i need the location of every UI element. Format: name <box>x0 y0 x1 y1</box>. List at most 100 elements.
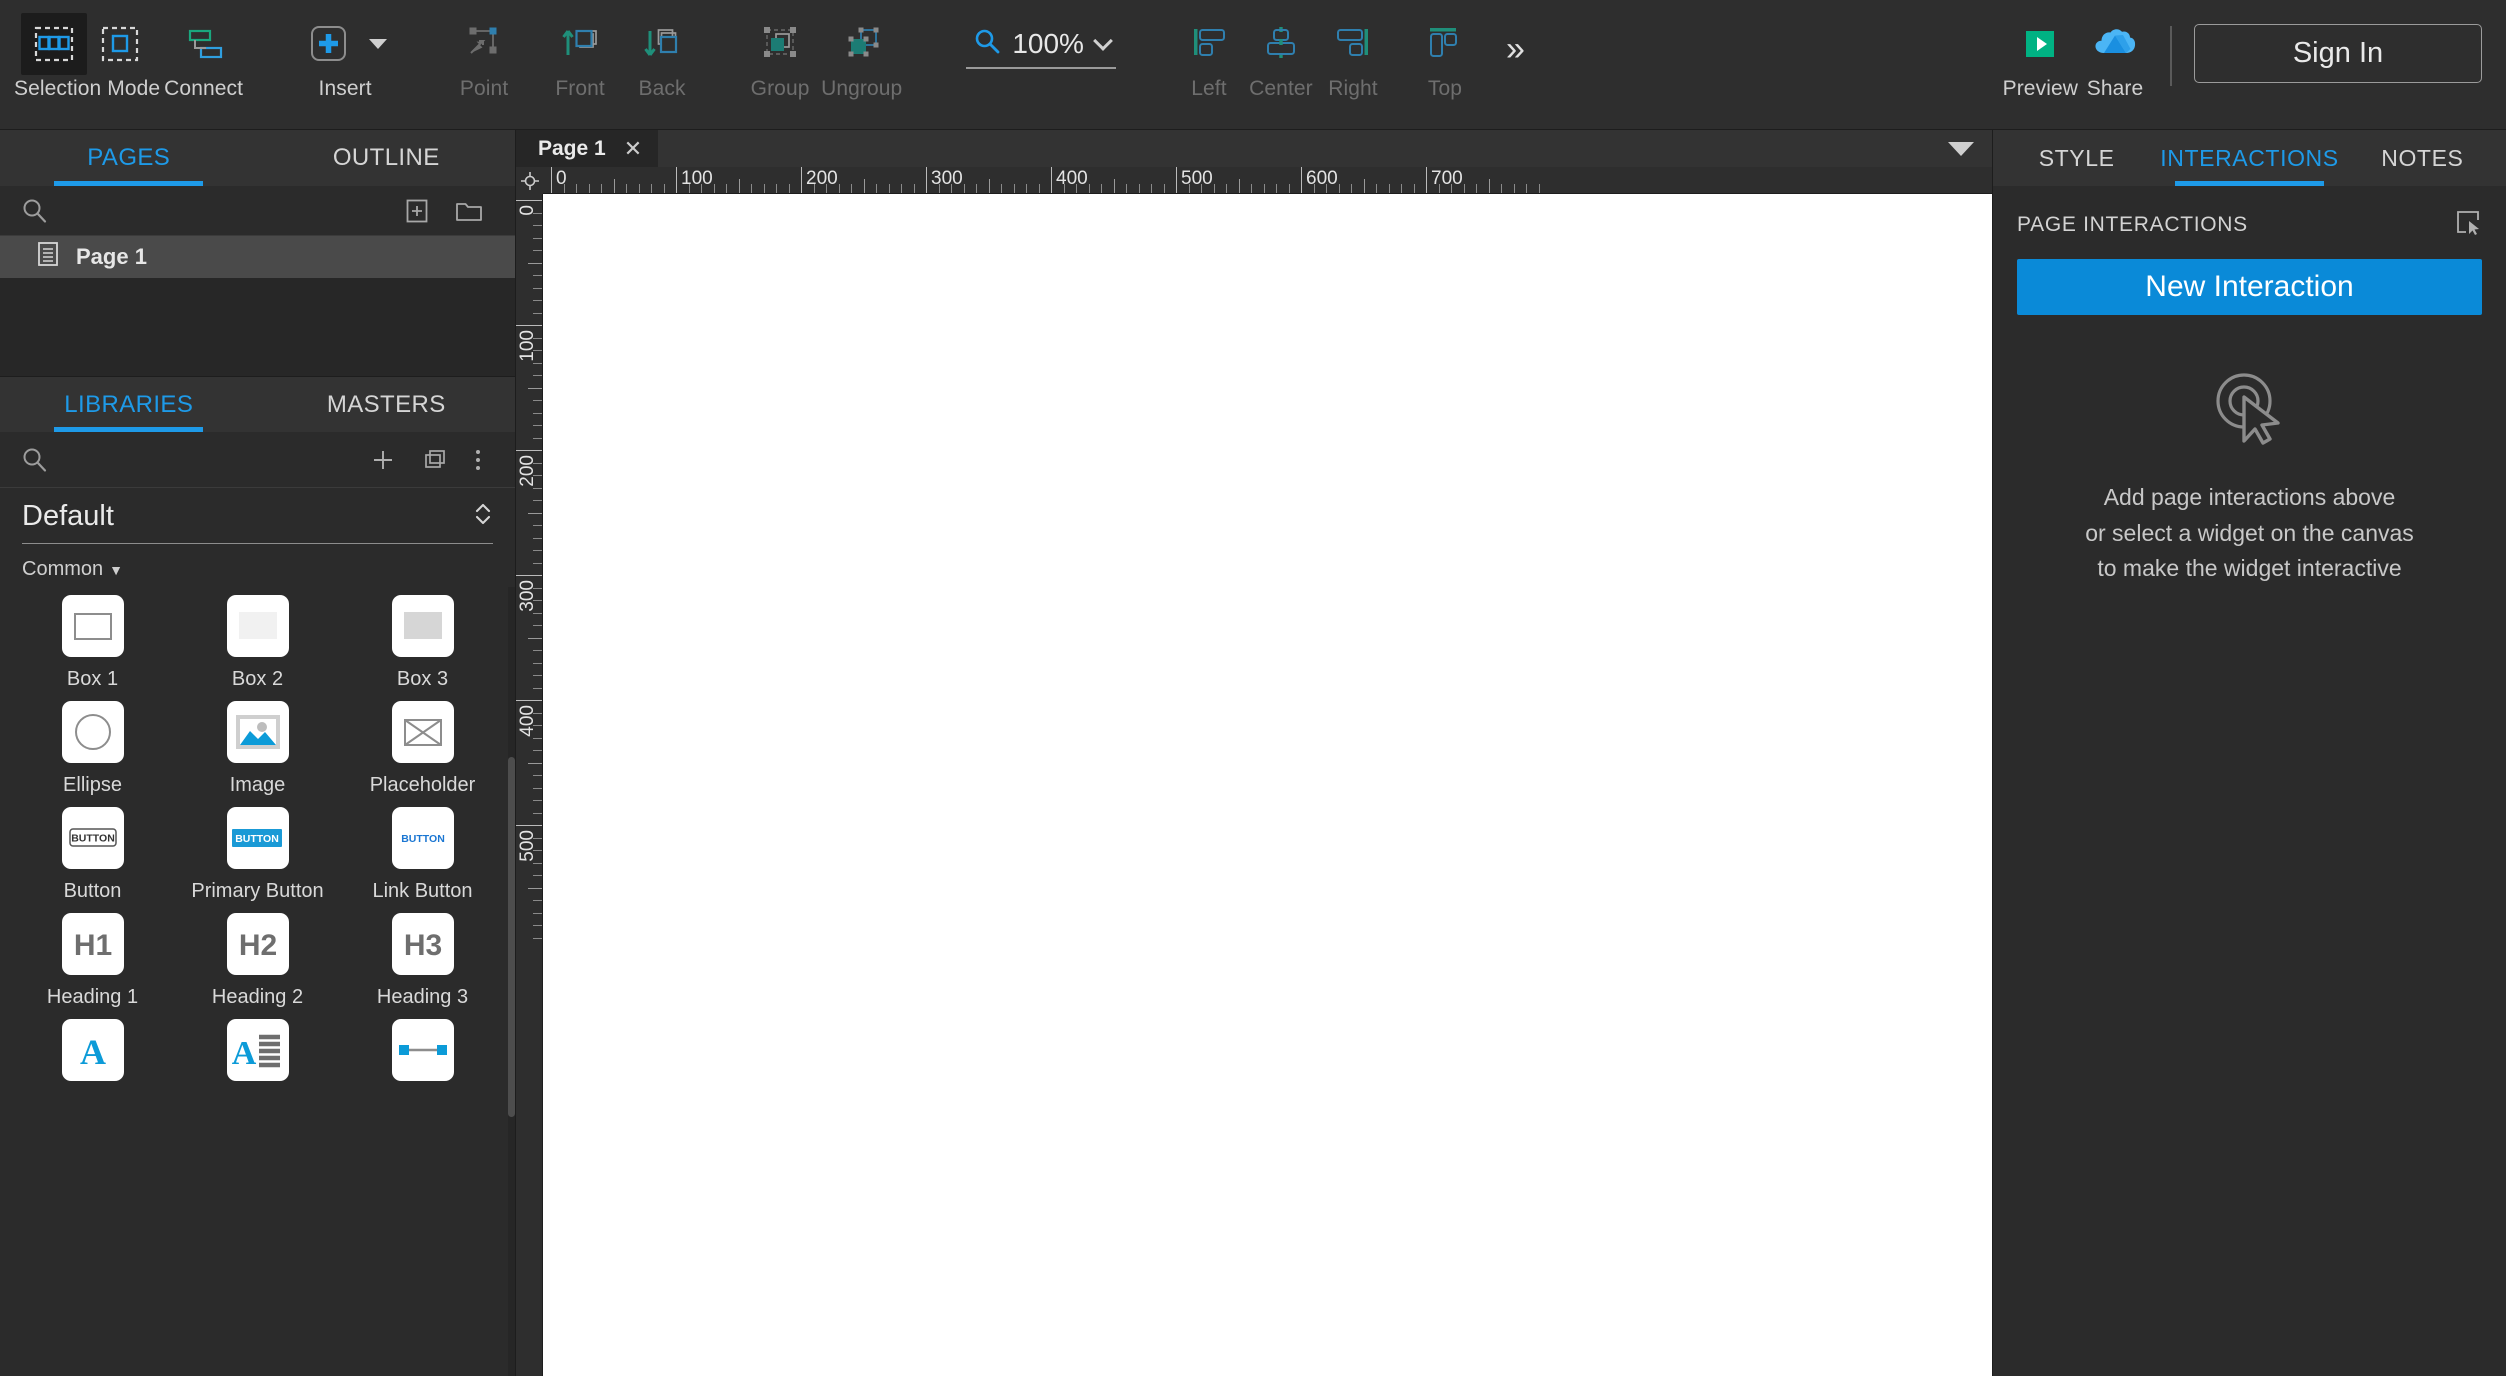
library-select[interactable]: Default <box>22 500 493 544</box>
library-widget-text-label[interactable]: A <box>10 1019 175 1092</box>
point-icon[interactable] <box>451 13 517 75</box>
preview-play-icon[interactable] <box>2007 13 2073 75</box>
box-1-icon[interactable] <box>61 595 124 657</box>
align-top-icon[interactable] <box>1412 13 1478 75</box>
library-widget-link-button[interactable]: BUTTON Link Button <box>340 807 505 903</box>
text-label-icon[interactable]: A <box>61 1019 124 1081</box>
ruler-minor-tick <box>1001 184 1002 193</box>
align-left-icon[interactable] <box>1176 13 1242 75</box>
toolbar-overflow-icon[interactable]: » <box>1506 30 1525 69</box>
link-button-icon[interactable]: BUTTON <box>391 807 454 869</box>
toolbar-point[interactable]: Point <box>451 0 517 128</box>
library-widget-horizontal-line[interactable] <box>340 1019 505 1092</box>
button-icon[interactable]: BUTTON <box>61 807 124 869</box>
ruler-minor-tick <box>663 184 665 193</box>
new-interaction-button[interactable]: New Interaction <box>2017 259 2482 315</box>
library-widget-label: Placeholder <box>369 774 476 796</box>
tab-libraries[interactable]: LIBRARIES <box>0 377 258 432</box>
library-widget-box-2[interactable]: Box 2 <box>175 595 340 691</box>
heading-2-icon[interactable]: H2 <box>226 913 289 975</box>
canvas-sheet[interactable] <box>543 194 1992 1376</box>
pages-list: Page 1 <box>0 236 515 278</box>
library-widget-box-3[interactable]: Box 3 <box>340 595 505 691</box>
connect-icon[interactable] <box>171 13 237 75</box>
search-icon[interactable] <box>20 191 72 231</box>
toolbar-front[interactable]: Front <box>547 0 613 128</box>
library-widget-image[interactable]: Image <box>175 701 340 797</box>
chevron-down-icon[interactable] <box>1093 30 1113 51</box>
library-widget-heading-3[interactable]: H3 Heading 3 <box>340 913 505 1009</box>
library-widget-placeholder[interactable]: Placeholder <box>340 701 505 797</box>
canvas-tab-overflow-icon[interactable] <box>1948 142 1974 156</box>
heading-3-icon[interactable]: H3 <box>391 913 454 975</box>
send-back-icon[interactable] <box>629 13 695 75</box>
primary-button-icon[interactable]: BUTTON <box>226 807 289 869</box>
toolbar-align-left[interactable]: Left <box>1176 0 1242 128</box>
tab-pages[interactable]: PAGES <box>0 130 258 186</box>
page-list-item[interactable]: Page 1 <box>0 236 515 278</box>
add-page-icon[interactable] <box>391 191 443 231</box>
canvas-tab-page-1[interactable]: Page 1 ✕ <box>516 130 659 167</box>
library-widget-text-paragraph[interactable]: A <box>175 1019 340 1092</box>
library-scrollbar-track[interactable] <box>508 587 515 1376</box>
bring-front-icon[interactable] <box>547 13 613 75</box>
toolbar-align-center[interactable]: Center <box>1248 0 1314 128</box>
box-2-icon[interactable] <box>226 595 289 657</box>
plus-icon[interactable] <box>357 440 409 480</box>
toolbar-ungroup[interactable]: Ungroup <box>821 0 902 128</box>
library-widget-primary-button[interactable]: BUTTON Primary Button <box>175 807 340 903</box>
align-right-icon[interactable] <box>1320 13 1386 75</box>
horizontal-line-icon[interactable] <box>391 1019 454 1081</box>
selection-mode-single-icon[interactable] <box>87 13 153 75</box>
copy-icon[interactable] <box>409 440 461 480</box>
tab-masters[interactable]: MASTERS <box>258 377 516 432</box>
library-widget-heading-1[interactable]: H1 Heading 1 <box>10 913 175 1009</box>
tab-notes[interactable]: NOTES <box>2339 130 2506 186</box>
tab-outline[interactable]: OUTLINE <box>258 130 516 186</box>
insert-plus-icon[interactable] <box>295 13 361 75</box>
toolbar-align-top[interactable]: Top <box>1412 0 1478 128</box>
library-widget-heading-2[interactable]: H2 Heading 2 <box>175 913 340 1009</box>
align-center-icon[interactable] <box>1248 13 1314 75</box>
stepper-updown-icon[interactable] <box>473 500 493 533</box>
horizontal-ruler[interactable]: 0 100 200 300 400 500 600 700 <box>543 167 1992 194</box>
ellipse-icon[interactable] <box>61 701 124 763</box>
close-icon[interactable]: ✕ <box>624 136 642 162</box>
add-folder-icon[interactable] <box>443 191 495 231</box>
selection-mode-multi-icon[interactable] <box>21 13 88 75</box>
toolbar-align-right[interactable]: Right <box>1320 0 1386 128</box>
toolbar-back[interactable]: Back <box>629 0 695 128</box>
library-scrollbar-thumb[interactable] <box>508 757 515 1117</box>
toolbar-insert[interactable]: Insert <box>295 0 395 128</box>
library-widget-button[interactable]: BUTTON Button <box>10 807 175 903</box>
image-icon[interactable] <box>226 701 289 763</box>
ruler-origin-icon[interactable] <box>516 167 543 194</box>
more-vertical-icon[interactable] <box>461 440 495 480</box>
chevron-down-icon[interactable] <box>361 13 395 75</box>
vertical-ruler[interactable]: 0 100 200 300 400 500 <box>516 194 543 1376</box>
box-3-icon[interactable] <box>391 595 454 657</box>
library-widget-ellipse[interactable]: Ellipse <box>10 701 175 797</box>
ungroup-icon[interactable] <box>829 13 895 75</box>
heading-1-icon[interactable]: H1 <box>61 913 124 975</box>
tab-interactions[interactable]: INTERACTIONS <box>2160 130 2338 186</box>
toolbar-selection-mode[interactable]: Selection Mode <box>14 0 160 128</box>
zoom-search-icon[interactable] <box>972 26 1002 61</box>
text-paragraph-icon[interactable]: A <box>226 1019 289 1081</box>
library-scroll-area[interactable]: Box 1 Box 2 Box 3 Ellipse Image Placehol… <box>0 587 515 1376</box>
library-widget-box-1[interactable]: Box 1 <box>10 595 175 691</box>
triangle-down-icon[interactable]: ▼ <box>109 562 123 578</box>
toolbar-preview[interactable]: Preview <box>2003 0 2078 128</box>
placeholder-icon[interactable] <box>391 701 454 763</box>
sign-in-button[interactable]: Sign In <box>2194 24 2482 83</box>
toolbar-share[interactable]: Share <box>2082 0 2148 128</box>
tab-style[interactable]: STYLE <box>1993 130 2160 186</box>
toolbar-connect[interactable]: Connect <box>164 0 243 128</box>
select-widget-icon[interactable] <box>2454 208 2482 241</box>
toolbar-group[interactable]: Group <box>747 0 813 128</box>
share-cloud-icon[interactable] <box>2082 13 2148 75</box>
search-icon[interactable] <box>20 440 72 480</box>
group-icon[interactable] <box>747 13 813 75</box>
zoom-control[interactable]: 100% <box>966 26 1116 69</box>
library-category-row[interactable]: Common ▼ <box>0 544 515 587</box>
